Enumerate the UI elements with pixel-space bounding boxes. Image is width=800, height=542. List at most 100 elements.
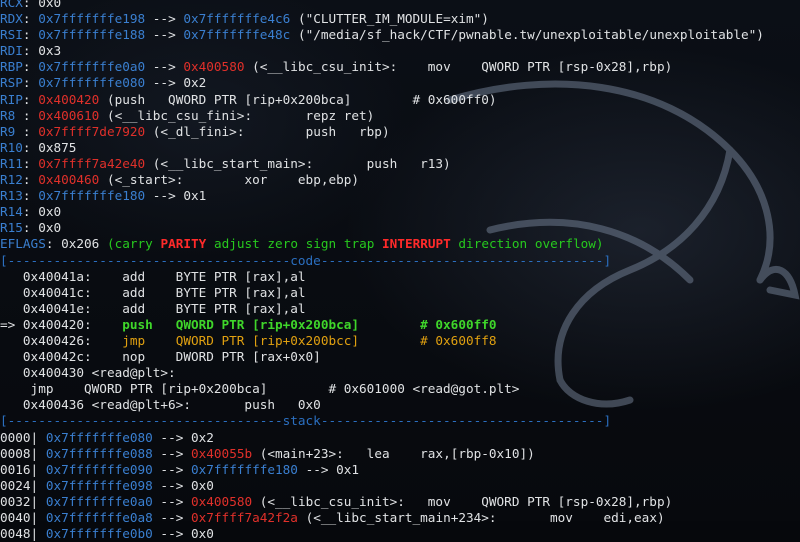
stack-segment: --> 0x0 [152,526,214,542]
register-name: R8 [0,107,23,123]
register-line: RSP: 0x7fffffffe080 --> 0x2 [0,75,800,91]
code-line: 0x40042c: nop DWORD PTR [rax+0x0] [0,349,800,365]
separator: : [22,123,39,139]
code-segment: 0x40041a: add BYTE PTR [rax],al [0,268,306,284]
separator: : [22,172,39,188]
stack-section-header: [------------------------------------sta… [0,413,800,429]
register-line: R13: 0x7fffffffe180 --> 0x1 [0,188,800,204]
code-line: 0x400436 <read@plt+6>: push 0x0 [0,397,800,413]
register-name: RSP [0,75,23,91]
stack-line: 0032| 0x7fffffffe0a0 --> 0x400580 (<__li… [0,494,800,510]
stack-segment: (<main+23>: lea rax,[rbp-0x10]) [252,445,535,461]
register-line: RSI: 0x7fffffffe188 --> 0x7fffffffe48c (… [0,27,800,43]
register-value-segment: (<_start>: xor ebp,ebp) [99,172,360,188]
register-value-segment: (<__libc_csu_fini>: repz ret) [99,107,375,123]
register-name: R12 [0,172,23,188]
register-value-segment: 0x7fffffffe4c6 [183,11,291,27]
stack-segment: --> 0x1 [297,461,360,477]
register-value-segment: 0x7fffffffe188 [38,27,146,43]
eflags-name: EFLAGS [0,236,46,252]
stack-segment: 0000| [0,429,46,445]
register-line: RIP: 0x400420 (push QWORD PTR [rip+0x200… [0,92,800,108]
register-value-segment: 0x7ffff7de7920 [38,123,146,139]
separator: : [22,59,39,75]
register-line: RCX: 0x0 [0,0,800,11]
stack-segment: 0x7fffffffe080 [45,429,153,445]
register-value-segment: 0x400580 [183,59,245,75]
register-value-segment: 0x3 [38,43,62,59]
separator: : [22,75,39,91]
register-line: RDX: 0x7fffffffe198 --> 0x7fffffffe4c6 (… [0,11,800,27]
register-line: R8 : 0x400610 (<__libc_csu_fini>: repz r… [0,108,800,124]
register-name: RIP [0,91,23,107]
register-line: R10: 0x875 [0,140,800,156]
stack-segment: --> 0x0 [152,477,214,493]
code-header: [-------------------------------------co… [0,252,612,268]
register-value-segment: 0x7fffffffe48c [183,27,291,43]
terminal-output[interactable]: RCX: 0x0 RDX: 0x7fffffffe198 --> 0x7fffff… [0,0,800,542]
code-section-header: [-------------------------------------co… [0,253,800,269]
code-line: 0x400426: jmp QWORD PTR [rip+0x200bcc] #… [0,333,800,349]
register-name: R11 [0,155,23,171]
register-name: R10 [0,139,23,155]
register-value-segment: (<_dl_fini>: push rbp) [145,123,390,139]
stack-segment: --> [152,493,191,509]
stack-segment: 0024| [0,477,46,493]
stack-segment: 0x400580 [191,493,253,509]
register-line: R9 : 0x7ffff7de7920 (<_dl_fini>: push rb… [0,124,800,140]
stack-segment: 0x7fffffffe0a8 [45,510,153,525]
register-line: R11: 0x7ffff7a42e40 (<__libc_start_main>… [0,156,800,172]
eflag-direction: direction [458,236,528,252]
register-name: RDX [0,11,23,27]
stack-segment: 0x40055b [191,445,253,461]
register-value-segment: (push QWORD PTR [rip+0x200bca] # 0x600ff… [99,91,497,107]
stack-segment: 0x7fffffffe180 [191,461,298,477]
paren: ( [99,236,115,252]
register-value-segment: (<__libc_csu_init>: mov QWORD PTR [rsp-0… [244,59,673,75]
register-line: R15: 0x0 [0,220,800,236]
register-name: RCX [0,0,23,10]
code-segment: push QWORD PTR [rip+0x200bca] # 0x600ff0 [122,316,497,332]
register-value-segment: ("CLUTTER_IM_MODULE=xim") [290,11,489,27]
stack-line: 0016| 0x7fffffffe090 --> 0x7fffffffe180 … [0,462,800,478]
register-line: RDI: 0x3 [0,43,800,59]
register-name: R13 [0,188,23,204]
stack-segment: 0x7ffff7a42f2a [191,510,298,525]
separator: : [45,236,62,252]
register-value-segment: 0x875 [38,139,77,155]
code-segment: 0x400426: [0,332,123,348]
stack-line: 0008| 0x7fffffffe088 --> 0x40055b (<main… [0,446,800,462]
register-value-segment: 0x7fffffffe0a0 [38,59,146,75]
register-value-segment: 0x400460 [38,172,100,188]
separator: : [22,91,39,107]
register-value-segment: 0x400610 [38,107,100,123]
stack-segment: 0048| [0,526,46,542]
register-value-segment: ("/media/sf_hack/CTF/pwnable.tw/unexploi… [290,27,764,43]
separator: : [22,220,39,236]
register-name: R9 [0,123,23,139]
register-value-segment: --> [145,27,184,43]
register-value-segment: 0x1 [183,188,207,204]
register-value-segment: 0x7ffff7a42e40 [38,155,146,171]
stack-segment: --> [152,510,191,525]
code-segment: => 0x400420: [0,316,123,332]
stack-line: 0040| 0x7fffffffe0a8 --> 0x7ffff7a42f2a … [0,510,800,526]
register-value-segment: --> [145,188,184,204]
code-line: 0x400430 <read@plt>: [0,365,800,381]
stack-segment: 0x7fffffffe090 [45,461,153,477]
stack-segment: 0x7fffffffe0a0 [45,493,153,509]
eflag-adjust: adjust [213,236,260,252]
code-segment: 0x40042c: nop DWORD PTR [rax+0x0] [0,349,321,365]
register-value-segment: 0x7fffffffe180 [38,188,146,204]
register-value-segment: 0x7fffffffe080 [38,75,146,91]
code-line: 0x40041e: add BYTE PTR [rax],al [0,301,800,317]
register-value-segment: --> [145,11,184,27]
separator: : [22,204,39,220]
separator: : [22,0,39,10]
eflag-overflow: overflow [534,236,596,252]
register-value-segment: --> [145,59,184,75]
stack-line: 0048| 0x7fffffffe0b0 --> 0x0 [0,526,800,542]
